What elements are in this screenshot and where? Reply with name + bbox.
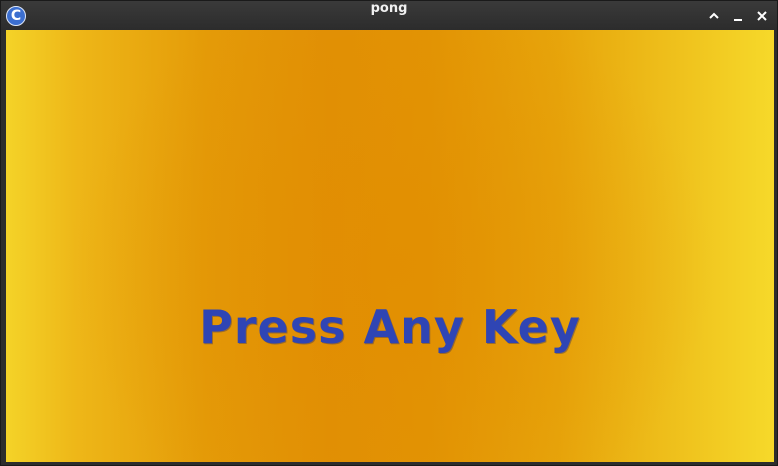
close-icon: [757, 11, 767, 21]
app-window: C pong Press Any Key: [0, 0, 778, 466]
chevron-up-icon: [709, 12, 719, 19]
window-title: pong: [370, 1, 408, 16]
minimize-icon: [734, 19, 742, 21]
minimize-button[interactable]: [729, 7, 747, 25]
window-controls: [705, 7, 771, 25]
title-bar[interactable]: C pong: [1, 1, 777, 30]
maximize-button[interactable]: [705, 7, 723, 25]
game-canvas[interactable]: Press Any Key: [6, 30, 774, 462]
press-any-key-prompt: Press Any Key: [199, 300, 581, 354]
close-button[interactable]: [753, 7, 771, 25]
